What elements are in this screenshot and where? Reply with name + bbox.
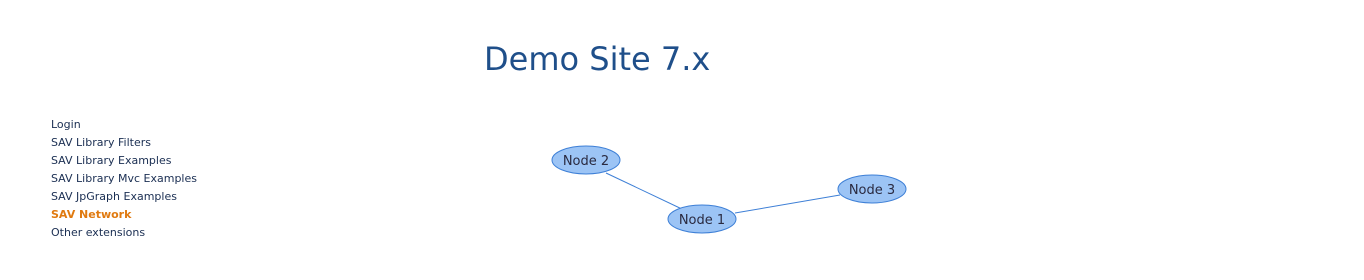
network-node-1[interactable]: Node 1 [667,204,737,234]
node-2-label: Node 2 [563,154,609,169]
network-node-3[interactable]: Node 3 [837,174,907,204]
network-node-2[interactable]: Node 2 [551,145,621,175]
network-graph: Node 2 Node 1 Node 3 [551,145,907,234]
node-3-label: Node 3 [849,183,895,198]
edge-node2-node1 [605,172,685,211]
edge-node1-node3 [734,194,841,214]
node-1-label: Node 1 [679,213,725,228]
